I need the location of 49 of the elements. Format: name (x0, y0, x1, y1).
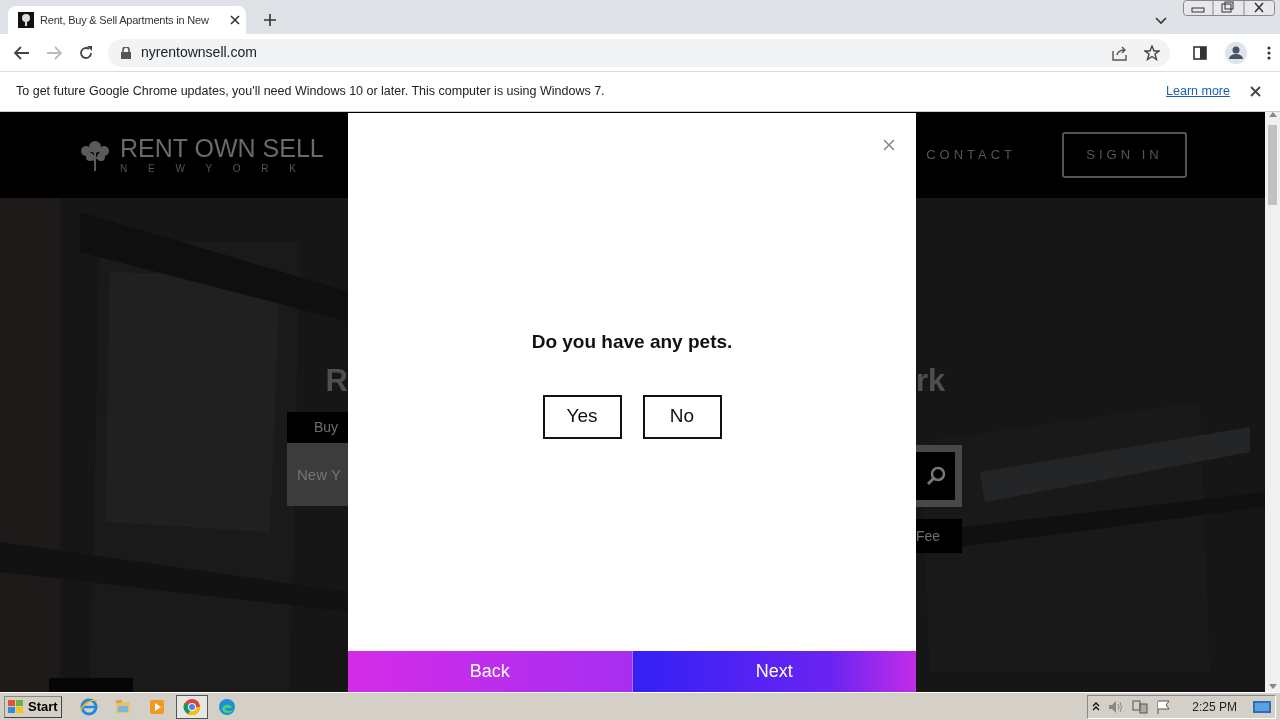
folder-icon (113, 697, 132, 716)
search-tab[interactable]: Buy (287, 412, 348, 443)
back-button[interactable]: Back (348, 651, 633, 692)
reload-icon[interactable] (78, 44, 94, 61)
flag-icon[interactable] (1156, 699, 1173, 714)
close-icon[interactable] (1250, 86, 1261, 97)
answer-option-button[interactable]: Yes (542, 394, 622, 439)
share-icon[interactable] (1112, 44, 1128, 61)
chevron-down-icon[interactable] (1155, 17, 1167, 25)
play-icon (147, 697, 166, 716)
show-desktop-icon[interactable] (1253, 699, 1271, 714)
taskbar-app-button[interactable] (175, 694, 208, 719)
network-icon[interactable] (1132, 699, 1149, 714)
address-bar[interactable]: nyrentownsell.com (108, 38, 1170, 67)
windows-logo-icon (8, 699, 24, 714)
side-panel-icon[interactable] (1193, 45, 1207, 60)
learn-more-link[interactable]: Learn more (1166, 82, 1230, 101)
scrollbar-thumb[interactable] (1268, 125, 1277, 205)
question-text: Do you have any pets. (531, 330, 733, 354)
scrollbar[interactable] (1265, 112, 1280, 692)
window-controls-drawing[interactable] (1183, 0, 1275, 16)
chrome-icon (182, 697, 201, 716)
answer-option-button[interactable]: No (642, 394, 722, 439)
next-button[interactable]: Next (632, 651, 916, 692)
filter-chip[interactable]: Fee (916, 519, 962, 553)
hero-heading: rk (916, 365, 947, 397)
search-icon (926, 466, 946, 486)
url-text: nyrentownsell.com (141, 43, 258, 62)
profile-avatar-icon[interactable] (1225, 41, 1247, 64)
back-arrow-icon[interactable] (14, 45, 30, 60)
hero-heading: R (324, 365, 348, 397)
logo-wordmark: RENT OWN SELL (120, 136, 324, 161)
new-tab-icon[interactable] (264, 14, 276, 26)
clock-text: 2:25 PM (1192, 698, 1237, 716)
tab-title: Rent, Buy & Sell Apartments in New (40, 12, 210, 28)
edge-icon (217, 697, 236, 716)
lock-icon (121, 46, 131, 59)
browser-tab[interactable]: Rent, Buy & Sell Apartments in New (8, 6, 246, 34)
chevron-up-icon[interactable] (1092, 702, 1101, 711)
close-icon[interactable] (230, 15, 240, 25)
scroll-down-icon[interactable] (1268, 684, 1277, 689)
infobar-message: To get future Google Chrome updates, you'll need Windows 10 or later. This computer is using Windows 7. (16, 83, 606, 101)
start-button[interactable]: Start (4, 695, 62, 718)
browser-e-icon (79, 697, 98, 716)
logo-subtitle: N E W Y O R K (120, 164, 306, 174)
favicon-tree-icon (18, 12, 34, 28)
star-icon[interactable] (1144, 44, 1160, 61)
search-button[interactable] (916, 445, 962, 507)
menu-icon[interactable] (1267, 45, 1271, 60)
